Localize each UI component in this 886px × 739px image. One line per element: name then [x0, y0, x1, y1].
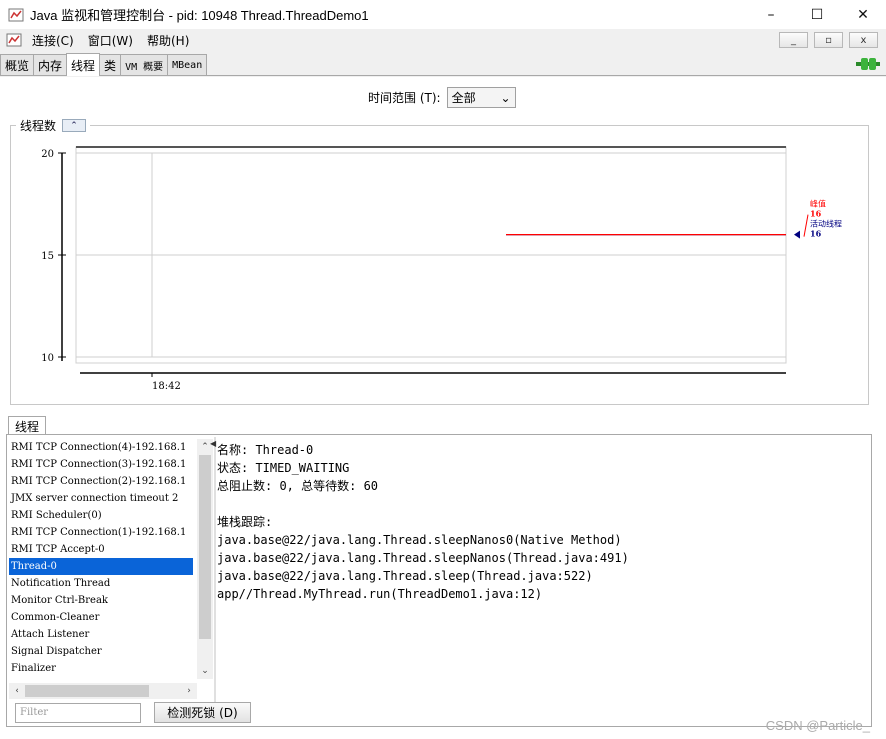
menu-help[interactable]: 帮助(H) — [147, 32, 189, 49]
menu-connection[interactable]: 连接(C) — [32, 32, 74, 49]
thread-list-item[interactable]: RMI TCP Connection(1)-192.168.1 — [9, 524, 214, 541]
inner-restore-button[interactable]: ▫ — [814, 32, 843, 48]
thread-list-item[interactable]: RMI TCP Connection(3)-192.168.1 — [9, 456, 214, 473]
stack-trace-title: 堆栈跟踪: — [217, 515, 273, 529]
thread-count-title: 线程数 — [20, 119, 57, 133]
thread-list: RMI TCP Connection(4)-192.168.1 RMI TCP C… — [9, 439, 214, 695]
hscroll-thumb[interactable] — [25, 685, 149, 697]
collapse-icon[interactable]: ⌃ — [62, 119, 87, 132]
tab-overview[interactable]: 概览 — [0, 54, 35, 75]
time-range-row: 时间范围 (T): 全部 ⌄ — [368, 87, 516, 108]
thread-state-line: 状态: TIMED_WAITING — [217, 461, 350, 475]
scroll-down-icon[interactable]: ⌄ — [197, 663, 213, 679]
java-app-icon — [8, 7, 24, 23]
legend-value: 16 — [810, 209, 822, 219]
scroll-left-icon[interactable]: ‹ — [9, 683, 25, 699]
tab-vm-summary[interactable]: VM 概要 — [120, 54, 169, 75]
time-range-label: 时间范围 (T): — [368, 91, 441, 105]
inner-minimize-button[interactable]: _ — [779, 32, 808, 48]
split-divider[interactable] — [214, 437, 216, 723]
title-bar: Java 监视和管理控制台 - pid: 10948 Thread.Thread… — [0, 0, 886, 29]
y-tick-label: 10 — [41, 353, 54, 364]
thread-list-item[interactable]: Common-Cleaner — [9, 609, 214, 626]
legend-value: 16 — [810, 229, 822, 239]
thread-name-line: 名称: Thread-0 — [217, 443, 314, 457]
threads-tab-content: 时间范围 (T): 全部 ⌄ 线程数 ⌃ 10 15 20 18:42 峰值 16 活动线程… — [0, 77, 886, 739]
thread-list-item[interactable]: JMX server connection timeout 2 — [9, 490, 214, 507]
stack-line: java.base@22/java.lang.Thread.sleep(Thre… — [217, 569, 593, 583]
window-title: Java 监视和管理控制台 - pid: 10948 Thread.Thread… — [30, 8, 369, 23]
thread-list-item[interactable]: RMI Scheduler(0) — [9, 507, 214, 524]
threads-list-tab[interactable]: 线程 — [8, 416, 47, 435]
thread-list-item[interactable]: Attach Listener — [9, 626, 214, 643]
thread-list-item[interactable]: RMI TCP Connection(2)-192.168.1 — [9, 473, 214, 490]
tab-mbean[interactable]: MBean — [167, 54, 208, 75]
tab-threads[interactable]: 线程 — [66, 53, 101, 76]
thread-list-item[interactable]: Notification Thread — [9, 575, 214, 592]
tab-memory[interactable]: 内存 — [33, 54, 68, 75]
internal-frame-icon[interactable] — [6, 32, 22, 48]
stack-line: app//Thread.MyThread.run(ThreadDemo1.jav… — [217, 587, 543, 601]
peak-marker-line — [803, 214, 809, 237]
thread-list-item[interactable]: Thread-0 — [9, 558, 193, 575]
maximize-button[interactable]: ☐ — [794, 0, 840, 29]
stack-line: java.base@22/java.lang.Thread.sleepNanos… — [217, 533, 622, 547]
time-range-select[interactable]: 全部 ⌄ — [446, 87, 516, 108]
minimize-button[interactable]: – — [748, 0, 794, 29]
menu-window[interactable]: 窗口(W) — [88, 32, 133, 49]
x-tick-label: 18:42 — [152, 381, 181, 392]
chevron-down-icon: ⌄ — [500, 90, 511, 105]
menu-bar: 连接(C) 窗口(W) 帮助(H) _ ▫ x — [0, 29, 886, 51]
thread-count-chart: 10152018:42峰值16活动线程16 — [41, 146, 842, 392]
watermark: CSDN @Particle_ — [765, 718, 870, 733]
connection-status-icon — [856, 56, 880, 72]
legend-label: 活动线程 — [810, 219, 842, 229]
scroll-right-icon[interactable]: › — [181, 683, 197, 699]
legend-label: 峰值 — [810, 199, 826, 209]
thread-count-panel-header: 线程数 ⌃ — [16, 117, 91, 134]
thread-list-item[interactable]: RMI TCP Connection(4)-192.168.1 — [9, 439, 214, 456]
thread-list-item[interactable]: Finalizer — [9, 660, 214, 677]
inner-close-button[interactable]: x — [849, 32, 878, 48]
close-button[interactable]: ✕ — [840, 0, 886, 29]
time-range-value: 全部 — [451, 91, 476, 105]
detect-deadlock-button[interactable]: 检测死锁 (D) — [154, 702, 251, 723]
y-tick-label: 20 — [41, 149, 54, 160]
stack-line: java.base@22/java.lang.Thread.sleepNanos… — [217, 551, 629, 565]
thread-list-hscroll[interactable]: ‹ › — [9, 683, 197, 699]
thread-list-vscroll[interactable]: ⌃ ⌄ — [197, 439, 213, 679]
thread-list-item[interactable]: RMI TCP Accept-0 — [9, 541, 214, 558]
main-tabs: 概览 内存 线程 类 VM 概要 MBean — [0, 53, 886, 76]
split-left-arrow-icon[interactable]: ◀ — [210, 439, 216, 448]
thread-counts-line: 总阻止数: 0, 总等待数: 60 — [217, 479, 379, 493]
y-tick-label: 15 — [41, 251, 54, 262]
thread-detail: 名称: Thread-0 状态: TIMED_WAITING 总阻止数: 0, 总等… — [217, 441, 629, 603]
filter-input[interactable]: Filter — [15, 703, 141, 723]
thread-list-item[interactable]: Signal Dispatcher — [9, 643, 214, 660]
tab-classes[interactable]: 类 — [99, 54, 122, 75]
scroll-thumb[interactable] — [199, 455, 211, 639]
current-value-marker-icon — [794, 230, 800, 239]
thread-list-item[interactable]: Monitor Ctrl-Break — [9, 592, 214, 609]
threads-panel: RMI TCP Connection(4)-192.168.1 RMI TCP C… — [6, 434, 872, 727]
